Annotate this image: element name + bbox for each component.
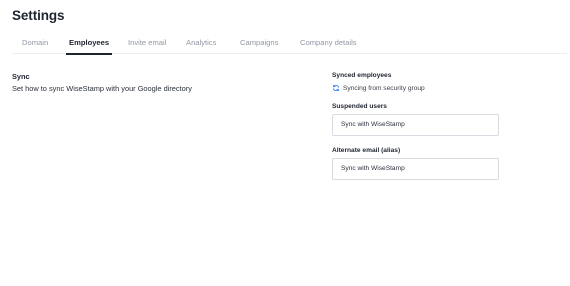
alternate-email-label: Alternate email (alias) bbox=[332, 147, 401, 154]
alternate-email-select[interactable]: Sync with WiseStamp bbox=[332, 158, 499, 180]
suspended-users-select[interactable]: Sync with WiseStamp bbox=[332, 114, 499, 136]
sync-section-title: Sync bbox=[12, 72, 30, 81]
page-title: Settings bbox=[12, 8, 65, 23]
tab-domain[interactable]: Domain bbox=[22, 37, 48, 54]
sync-section-description: Set how to sync WiseStamp with your Goog… bbox=[12, 84, 192, 93]
tab-invite-email[interactable]: Invite email bbox=[128, 37, 166, 54]
synced-employees-label: Synced employees bbox=[332, 72, 392, 79]
settings-page: Settings Domain Employees Invite email A… bbox=[0, 0, 570, 286]
sync-icon bbox=[332, 84, 340, 92]
tab-employees[interactable]: Employees bbox=[65, 37, 113, 55]
sync-status: Syncing from security group bbox=[332, 84, 500, 92]
settings-tabs: Domain Employees Invite email Analytics … bbox=[12, 37, 567, 55]
tab-company-details[interactable]: Company details bbox=[300, 37, 357, 54]
tab-campaigns[interactable]: Campaigns bbox=[240, 37, 278, 54]
sync-status-text: Syncing from security group bbox=[343, 84, 425, 92]
sync-settings-panel: Synced employees Syncing from security g… bbox=[332, 72, 500, 180]
tab-analytics[interactable]: Analytics bbox=[186, 37, 216, 54]
suspended-users-label: Suspended users bbox=[332, 103, 387, 110]
